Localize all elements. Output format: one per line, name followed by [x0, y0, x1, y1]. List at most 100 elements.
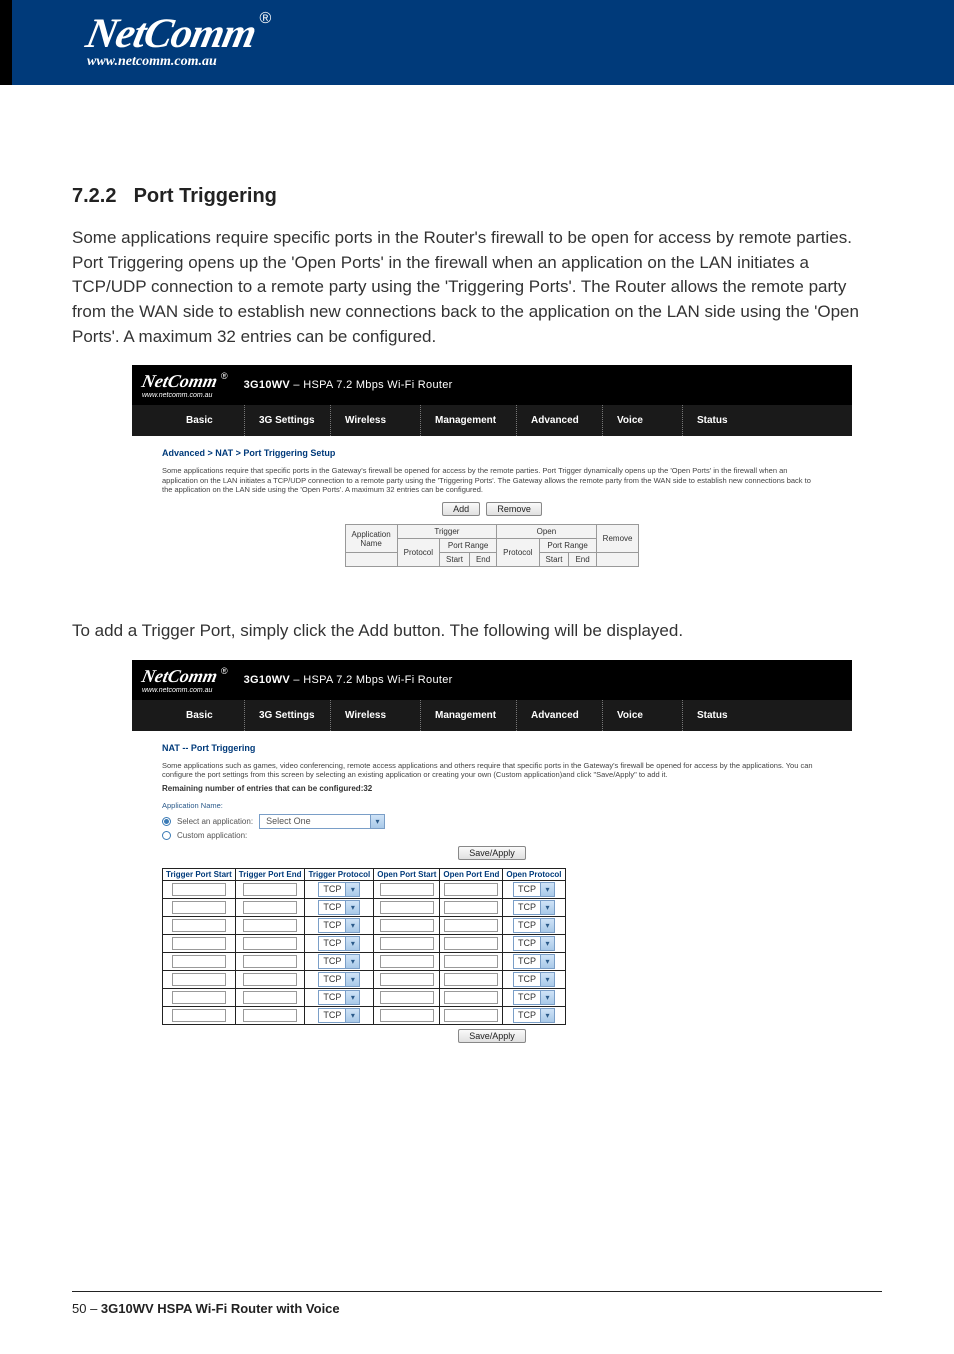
- radio-select-application-row[interactable]: Select an application: Select One ▾: [162, 814, 822, 829]
- port-input[interactable]: [243, 883, 297, 896]
- add-button[interactable]: Add: [442, 502, 480, 516]
- save-apply-button-bottom[interactable]: Save/Apply: [458, 1029, 526, 1043]
- open-protocol-select[interactable]: TCP▾: [513, 918, 555, 933]
- tab-wireless[interactable]: Wireless: [330, 700, 420, 731]
- port-input[interactable]: [172, 955, 226, 968]
- th-open-protocol: Protocol: [497, 539, 539, 567]
- port-input[interactable]: [380, 883, 434, 896]
- remove-button[interactable]: Remove: [486, 502, 542, 516]
- protocol-value: TCP: [514, 1009, 540, 1022]
- port-input[interactable]: [243, 919, 297, 932]
- protocol-value: TCP: [319, 919, 345, 932]
- open-protocol-select[interactable]: TCP▾: [513, 882, 555, 897]
- tab-status[interactable]: Status: [682, 700, 762, 731]
- trigger-protocol-select[interactable]: TCP▾: [318, 918, 360, 933]
- trigger-protocol-select[interactable]: TCP▾: [318, 882, 360, 897]
- port-input[interactable]: [172, 973, 226, 986]
- tab-basic[interactable]: Basic: [172, 700, 244, 731]
- port-input[interactable]: [243, 937, 297, 950]
- port-input[interactable]: [243, 955, 297, 968]
- router-model-2: 3G10WV: [244, 674, 290, 686]
- chevron-down-icon: ▾: [345, 991, 359, 1004]
- port-input[interactable]: [380, 991, 434, 1004]
- page-footer: 50 – 3G10WV HSPA Wi-Fi Router with Voice: [72, 1301, 340, 1316]
- port-input[interactable]: [444, 991, 498, 1004]
- open-protocol-select[interactable]: TCP▾: [513, 954, 555, 969]
- tab-status[interactable]: Status: [682, 405, 762, 436]
- port-input[interactable]: [380, 919, 434, 932]
- radio-custom-application[interactable]: [162, 831, 171, 840]
- trigger-protocol-select[interactable]: TCP▾: [318, 1008, 360, 1023]
- port-input[interactable]: [380, 973, 434, 986]
- port-input[interactable]: [380, 955, 434, 968]
- open-protocol-select[interactable]: TCP▾: [513, 972, 555, 987]
- port-input[interactable]: [243, 1009, 297, 1022]
- th-open-port-end: Open Port End: [440, 869, 503, 881]
- port-input[interactable]: [380, 901, 434, 914]
- radio-custom-application-row[interactable]: Custom application:: [162, 831, 822, 840]
- tab-management[interactable]: Management: [420, 405, 516, 436]
- port-input[interactable]: [172, 991, 226, 1004]
- trigger-protocol-select[interactable]: TCP▾: [318, 954, 360, 969]
- trigger-protocol-select[interactable]: TCP▾: [318, 972, 360, 987]
- trademark-symbol: ®: [259, 10, 271, 27]
- port-input[interactable]: [444, 901, 498, 914]
- open-protocol-select[interactable]: TCP▾: [513, 990, 555, 1005]
- top-banner: NetComm ® www.netcomm.com.au: [0, 0, 954, 85]
- chevron-down-icon: ▾: [540, 991, 554, 1004]
- tab-wireless[interactable]: Wireless: [330, 405, 420, 436]
- open-protocol-select[interactable]: TCP▾: [513, 900, 555, 915]
- th-open: Open: [497, 525, 597, 539]
- tab-3g-settings[interactable]: 3G Settings: [244, 405, 330, 436]
- port-input[interactable]: [444, 955, 498, 968]
- open-protocol-select[interactable]: TCP▾: [513, 1008, 555, 1023]
- th-trigger-start: Start: [440, 553, 470, 567]
- port-input[interactable]: [243, 901, 297, 914]
- trigger-protocol-select[interactable]: TCP▾: [318, 990, 360, 1005]
- tab-management[interactable]: Management: [420, 700, 516, 731]
- port-input[interactable]: [172, 1009, 226, 1022]
- th-trigger-end: End: [469, 553, 496, 567]
- tab-3g-settings[interactable]: 3G Settings: [244, 700, 330, 731]
- trigger-protocol-select[interactable]: TCP▾: [318, 900, 360, 915]
- remaining-entries: Remaining number of entries that can be …: [162, 784, 822, 793]
- tab-voice[interactable]: Voice: [602, 700, 682, 731]
- open-protocol-select[interactable]: TCP▾: [513, 936, 555, 951]
- port-input[interactable]: [444, 973, 498, 986]
- router-tabs-2: Basic3G SettingsWirelessManagementAdvanc…: [132, 700, 852, 731]
- port-input[interactable]: [444, 937, 498, 950]
- radio-select-application[interactable]: [162, 817, 171, 826]
- port-input[interactable]: [444, 883, 498, 896]
- add-description: Some applications such as games, video c…: [162, 761, 822, 780]
- router-title: 3G10WV – HSPA 7.2 Mbps Wi-Fi Router: [244, 379, 453, 391]
- chevron-down-icon: ▾: [540, 955, 554, 968]
- port-input[interactable]: [172, 919, 226, 932]
- chevron-down-icon: ▾: [540, 919, 554, 932]
- tab-advanced[interactable]: Advanced: [516, 700, 602, 731]
- th-open-start: Start: [539, 553, 569, 567]
- application-select[interactable]: Select One ▾: [259, 814, 385, 829]
- th-trigger-protocol: Protocol: [397, 539, 439, 567]
- th-trigger-port-end: Trigger Port End: [235, 869, 305, 881]
- tab-voice[interactable]: Voice: [602, 405, 682, 436]
- port-input[interactable]: [172, 937, 226, 950]
- protocol-value: TCP: [319, 937, 345, 950]
- chevron-down-icon: ▾: [540, 901, 554, 914]
- table-row: TCP▾ TCP▾: [163, 899, 566, 917]
- port-input[interactable]: [380, 937, 434, 950]
- port-input[interactable]: [380, 1009, 434, 1022]
- port-input[interactable]: [172, 901, 226, 914]
- port-input[interactable]: [243, 991, 297, 1004]
- save-apply-button-top[interactable]: Save/Apply: [458, 846, 526, 860]
- port-input[interactable]: [172, 883, 226, 896]
- trigger-protocol-select[interactable]: TCP▾: [318, 936, 360, 951]
- port-input[interactable]: [444, 1009, 498, 1022]
- port-input[interactable]: [243, 973, 297, 986]
- intro-paragraph-2: To add a Trigger Port, simply click the …: [72, 619, 882, 644]
- port-input[interactable]: [444, 919, 498, 932]
- tab-advanced[interactable]: Advanced: [516, 405, 602, 436]
- table-row: TCP▾ TCP▾: [163, 989, 566, 1007]
- tab-basic[interactable]: Basic: [172, 405, 244, 436]
- port-config-table: Trigger Port Start Trigger Port End Trig…: [162, 868, 566, 1025]
- radio-select-label: Select an application:: [177, 817, 253, 826]
